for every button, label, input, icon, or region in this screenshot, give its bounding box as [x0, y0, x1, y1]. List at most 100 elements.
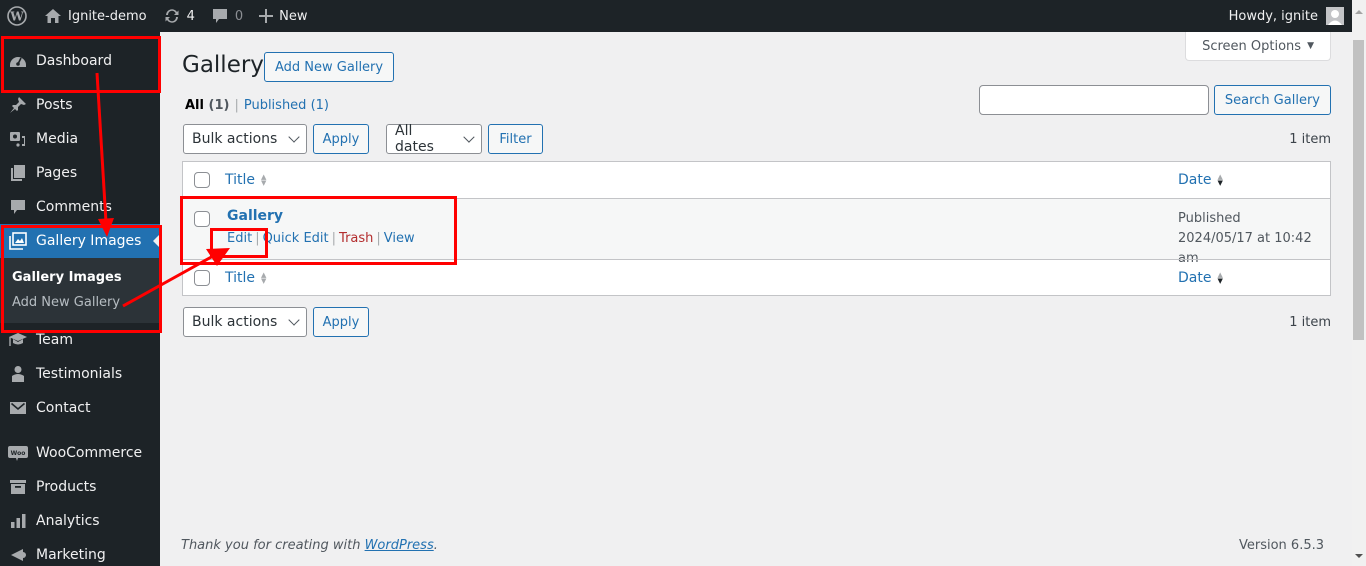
view-published-link[interactable]: Published (1) [244, 98, 329, 113]
sort-by-title-bottom[interactable]: Title ▲ ▼ [225, 270, 266, 286]
apply-button-bottom[interactable]: Apply [313, 307, 369, 337]
wordpress-logo-icon: W [7, 6, 27, 26]
screen-options-button[interactable]: Screen Options ▼ [1185, 32, 1331, 61]
sidebar-item-media[interactable]: Media [0, 122, 160, 156]
pages-icon [8, 163, 28, 183]
scroll-up-arrow-icon[interactable] [1355, 6, 1363, 14]
wordpress-link[interactable]: WordPress [365, 538, 434, 553]
submenu-item-add-new-gallery[interactable]: Add New Gallery [0, 290, 160, 315]
tablenav-bottom: Bulk actions Apply 1 item [183, 307, 1331, 337]
gallery-icon [8, 231, 28, 251]
sidebar-item-testimonials[interactable]: Testimonials [0, 357, 160, 391]
add-new-gallery-button[interactable]: Add New Gallery [264, 52, 395, 82]
view-all-count: (1) [208, 98, 230, 113]
sidebar-item-woocommerce[interactable]: Woo WooCommerce [0, 436, 160, 470]
comments-link[interactable]: 0 [203, 0, 251, 32]
date-filter-select[interactable]: All dates [386, 123, 482, 155]
envelope-icon [8, 398, 28, 418]
tablenav-top: Bulk actions Apply All dates Filter 1 it… [183, 123, 1331, 155]
sidebar-item-dashboard[interactable]: Dashboard [0, 44, 160, 78]
plus-icon [259, 9, 274, 23]
sidebar-item-products[interactable]: Products [0, 470, 160, 504]
bulk-actions-value: Bulk actions [192, 131, 278, 147]
column-date-label: Date [1178, 172, 1212, 188]
greeting: Howdy, ignite [1228, 8, 1318, 24]
sidebar-item-label: Dashboard [36, 53, 112, 69]
sidebar-item-analytics[interactable]: Analytics [0, 504, 160, 538]
page-title: Gallery [182, 52, 264, 78]
sidebar-item-posts[interactable]: Posts [0, 88, 160, 122]
filter-button[interactable]: Filter [488, 124, 543, 154]
sort-by-title[interactable]: Title ▲ ▼ [225, 172, 266, 188]
archive-icon [8, 477, 28, 497]
submenu-item-gallery-images[interactable]: Gallery Images [0, 265, 160, 290]
view-all-label: All [185, 98, 204, 113]
items-count-top: 1 item [1289, 131, 1331, 147]
row-checkbox[interactable] [194, 211, 210, 227]
sidebar-item-team[interactable]: Team [0, 323, 160, 357]
sort-by-date-bottom[interactable]: Date ▲ ▼ [1178, 270, 1223, 286]
pin-icon [8, 95, 28, 115]
my-account-link[interactable]: Howdy, ignite [1221, 0, 1352, 32]
select-all-checkbox-bottom[interactable] [194, 269, 210, 286]
sidebar-item-label: Analytics [36, 513, 100, 529]
updates-count: 4 [186, 8, 195, 24]
updates-link[interactable]: 4 [155, 0, 203, 32]
chevron-down-icon [463, 131, 475, 143]
sidebar-item-contact[interactable]: Contact [0, 391, 160, 425]
site-name: Ignite-demo [68, 8, 147, 24]
dashboard-icon [8, 51, 28, 71]
sort-by-date[interactable]: Date ▲ ▼ [1178, 172, 1223, 188]
comment-icon [8, 197, 28, 217]
media-icon [8, 129, 28, 149]
bulk-actions-value: Bulk actions [192, 314, 278, 330]
edit-link[interactable]: Edit [227, 231, 252, 246]
sidebar-item-gallery-images[interactable]: Gallery Images [0, 224, 160, 258]
sidebar-item-pages[interactable]: Pages [0, 156, 160, 190]
sort-icon: ▲ ▼ [1217, 173, 1223, 187]
page-scrollbar[interactable] [1352, 0, 1366, 566]
scrollbar-thumb[interactable] [1353, 40, 1364, 340]
post-status: Published [1178, 211, 1241, 226]
sidebar-item-label: Comments [36, 199, 112, 215]
search-gallery-button[interactable]: Search Gallery [1213, 85, 1331, 115]
site-name-link[interactable]: Ignite-demo [36, 0, 155, 32]
admin-sidebar: Dashboard Posts Media Pages Comments Gal… [0, 32, 160, 566]
apply-button-top[interactable]: Apply [313, 124, 369, 154]
comment-bubble-icon [211, 7, 229, 25]
view-published-label: Published [243, 98, 307, 113]
bulk-actions-select-top[interactable]: Bulk actions [183, 124, 307, 154]
screen-options-label: Screen Options [1202, 38, 1302, 54]
sidebar-item-label: Marketing [36, 547, 106, 563]
status-views: All (1) | Published (1) [185, 98, 329, 113]
bulk-actions-select-bottom[interactable]: Bulk actions [183, 307, 307, 337]
sort-icon: ▲ ▼ [1217, 270, 1223, 285]
wordpress-logo-button[interactable]: W [0, 0, 36, 32]
view-link[interactable]: View [384, 231, 415, 246]
home-icon [44, 8, 62, 24]
sort-icon: ▲ ▼ [261, 173, 267, 187]
graduation-cap-icon [8, 330, 28, 350]
caret-down-icon: ▼ [1307, 41, 1314, 51]
search-box: Search Gallery [978, 85, 1331, 115]
select-all-checkbox[interactable] [194, 172, 210, 188]
scroll-down-arrow-icon[interactable] [1355, 554, 1363, 562]
sidebar-item-label: Team [36, 332, 74, 348]
new-content-link[interactable]: New [251, 0, 315, 32]
admin-bar: W Ignite-demo 4 0 New Howdy, ignite [0, 0, 1352, 32]
gallery-submenu: Gallery Images Add New Gallery [0, 258, 160, 323]
sidebar-item-label: Testimonials [36, 366, 123, 382]
sidebar-item-label: Pages [36, 165, 78, 181]
updates-icon [163, 7, 181, 25]
search-input[interactable] [978, 85, 1209, 115]
table-footer: Title ▲ ▼ Date ▲ ▼ [183, 259, 1330, 295]
sidebar-item-comments[interactable]: Comments [0, 190, 160, 224]
sidebar-item-label: Media [36, 131, 79, 147]
sidebar-item-marketing[interactable]: Marketing [0, 538, 160, 566]
view-all-link[interactable]: All (1) [185, 98, 229, 113]
trash-link[interactable]: Trash [339, 231, 373, 246]
quick-edit-link[interactable]: Quick Edit [263, 231, 329, 246]
row-title-link[interactable]: Gallery [227, 208, 1178, 224]
bar-chart-icon [8, 511, 28, 531]
svg-text:W: W [9, 10, 24, 24]
